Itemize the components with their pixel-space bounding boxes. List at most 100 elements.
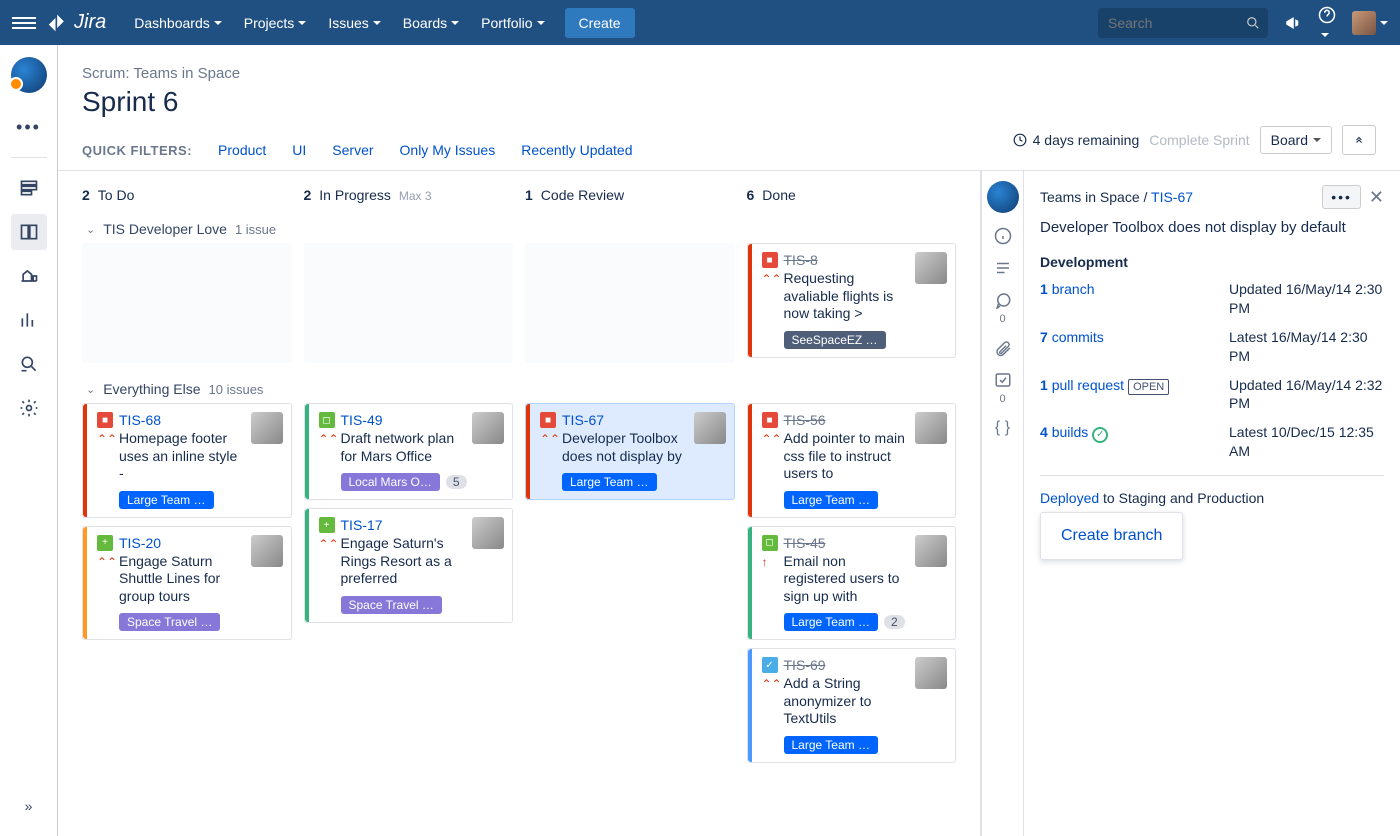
bug-icon: ■ — [97, 412, 113, 428]
nav-boards[interactable]: Boards — [393, 0, 469, 45]
create-button[interactable]: Create — [565, 8, 635, 38]
complete-sprint-button[interactable]: Complete Sprint — [1149, 132, 1249, 148]
chevron-down-icon — [537, 21, 545, 25]
column-header-todo: 2To Do — [82, 187, 292, 203]
comments-count: 0 — [999, 313, 1005, 325]
close-icon[interactable]: ✕ — [1369, 187, 1384, 208]
filter-recent[interactable]: Recently Updated — [521, 142, 632, 158]
create-branch-button[interactable]: Create branch — [1040, 512, 1183, 560]
filter-product[interactable]: Product — [218, 142, 266, 158]
help-icon[interactable] — [1318, 6, 1336, 40]
nav-issues[interactable]: Issues — [318, 0, 390, 45]
card-tis-8[interactable]: ■ TIS-8 ⌃⌃ Requesting avaliable flights … — [747, 243, 957, 358]
collapse-icon[interactable] — [1342, 125, 1376, 155]
time-remaining: 4 days remaining — [1013, 132, 1140, 148]
story-icon: + — [97, 535, 113, 551]
description-icon[interactable] — [994, 259, 1012, 277]
comments-icon[interactable] — [994, 291, 1012, 309]
priority-highest-icon: ⌃⌃ — [97, 555, 117, 569]
detail-breadcrumb: Teams in Space / TIS-67 — [1040, 189, 1193, 205]
chevron-down-icon — [214, 21, 222, 25]
nav-portfolio[interactable]: Portfolio — [471, 0, 554, 45]
app-switcher-icon[interactable] — [12, 17, 36, 29]
quick-filters-label: QUICK FILTERS: — [82, 143, 192, 158]
priority-highest-icon: ⌃⌃ — [97, 432, 117, 446]
nav-projects[interactable]: Projects — [234, 0, 317, 45]
search-input[interactable] — [1098, 8, 1268, 38]
assignee-avatar — [694, 412, 726, 444]
card-tis-68[interactable]: ■TIS-68 ⌃⌃ Homepage footer uses an inlin… — [82, 403, 292, 518]
card-tis-56[interactable]: ■TIS-56 ⌃⌃ Add pointer to main css file … — [747, 403, 957, 518]
card-tis-67[interactable]: ■TIS-67 ⌃⌃ Developer Toolbox does not di… — [525, 403, 735, 500]
attachments-icon[interactable] — [994, 339, 1012, 357]
detail-issue-key[interactable]: TIS-67 — [1151, 189, 1193, 205]
chevron-down-icon — [298, 21, 306, 25]
sidebar-more-icon[interactable]: ••• — [11, 109, 47, 145]
active-sprint-icon[interactable] — [11, 214, 47, 250]
backlog-icon[interactable] — [11, 170, 47, 206]
bug-icon: ■ — [540, 412, 556, 428]
issues-search-icon[interactable] — [11, 346, 47, 382]
swimlane-header-else[interactable]: ⌄ Everything Else 10 issues — [70, 375, 968, 403]
bug-icon: ■ — [762, 412, 778, 428]
card-tis-49[interactable]: ◻TIS-49 ⌃⌃ Draft network plan for Mars O… — [304, 403, 514, 500]
dev-panel-icon[interactable]: { } — [995, 419, 1010, 437]
details-icon[interactable] — [994, 227, 1012, 245]
reports-icon[interactable] — [11, 302, 47, 338]
deployed-status: Deployed to Staging and Production — [1040, 490, 1384, 506]
assignee-avatar — [251, 412, 283, 444]
jira-logo[interactable]: Jira — [48, 11, 106, 34]
subtasks-icon[interactable] — [994, 371, 1012, 389]
more-actions-icon[interactable]: ••• — [1322, 185, 1361, 209]
assignee-avatar — [472, 517, 504, 549]
filter-ui[interactable]: UI — [292, 142, 306, 158]
search-icon — [1246, 16, 1260, 30]
assignee-avatar — [915, 412, 947, 444]
task-icon: ✓ — [762, 657, 778, 673]
story-icon: ◻ — [762, 535, 778, 551]
priority-highest-icon: ⌃⌃ — [540, 432, 560, 446]
board-menu[interactable]: Board — [1260, 126, 1332, 154]
assignee-avatar — [915, 657, 947, 689]
user-avatar[interactable] — [1352, 11, 1388, 35]
assignee-avatar — [915, 535, 947, 567]
story-icon: + — [319, 517, 335, 533]
settings-icon[interactable] — [11, 390, 47, 426]
chevron-down-icon: ⌄ — [86, 223, 95, 236]
releases-icon[interactable] — [11, 258, 47, 294]
bug-icon: ■ — [762, 252, 778, 268]
breadcrumb: Scrum: Teams in Space — [82, 65, 1376, 82]
card-tis-17[interactable]: +TIS-17 ⌃⌃ Engage Saturn's Rings Resort … — [304, 508, 514, 623]
chevron-down-icon — [451, 21, 459, 25]
builds-link[interactable]: builds — [1052, 424, 1089, 440]
assignee-avatar — [915, 252, 947, 284]
pullrequest-link[interactable]: pull request — [1052, 377, 1124, 393]
epic-badge: SeeSpaceEZ … — [784, 331, 886, 349]
project-avatar[interactable] — [11, 57, 47, 93]
priority-highest-icon: ⌃⌃ — [319, 537, 339, 551]
branch-link[interactable]: branch — [1052, 281, 1095, 297]
nav-dashboards[interactable]: Dashboards — [124, 0, 232, 45]
development-heading: Development — [1040, 254, 1384, 270]
card-tis-20[interactable]: +TIS-20 ⌃⌃ Engage Saturn Shuttle Lines f… — [82, 526, 292, 641]
filter-my-issues[interactable]: Only My Issues — [400, 142, 496, 158]
detail-issue-title: Developer Toolbox does not display by de… — [1040, 219, 1384, 236]
card-tis-45[interactable]: ◻TIS-45 ↑ Email non registered users to … — [747, 526, 957, 641]
assignee-avatar — [251, 535, 283, 567]
card-tis-69[interactable]: ✓TIS-69 ⌃⌃ Add a String anonymizer to Te… — [747, 648, 957, 763]
commits-link[interactable]: commits — [1052, 329, 1104, 345]
clock-icon — [1013, 133, 1027, 147]
chevron-down-icon: ⌄ — [86, 383, 95, 396]
swimlane-header-dev-love[interactable]: ⌄ TIS Developer Love 1 issue — [70, 215, 968, 243]
filter-server[interactable]: Server — [332, 142, 373, 158]
feedback-icon[interactable] — [1284, 14, 1302, 32]
build-success-icon: ✓ — [1092, 427, 1108, 443]
priority-highest-icon: ⌃⌃ — [762, 432, 782, 446]
priority-highest-icon: ⌃⌃ — [762, 677, 782, 691]
chevron-down-icon — [373, 21, 381, 25]
subtasks-count: 0 — [999, 393, 1005, 405]
expand-sidebar-icon[interactable]: » — [11, 788, 47, 824]
page-title: Sprint 6 — [82, 86, 1376, 118]
pr-status-badge: OPEN — [1128, 379, 1169, 396]
priority-highest-icon: ⌃⌃ — [762, 272, 782, 286]
